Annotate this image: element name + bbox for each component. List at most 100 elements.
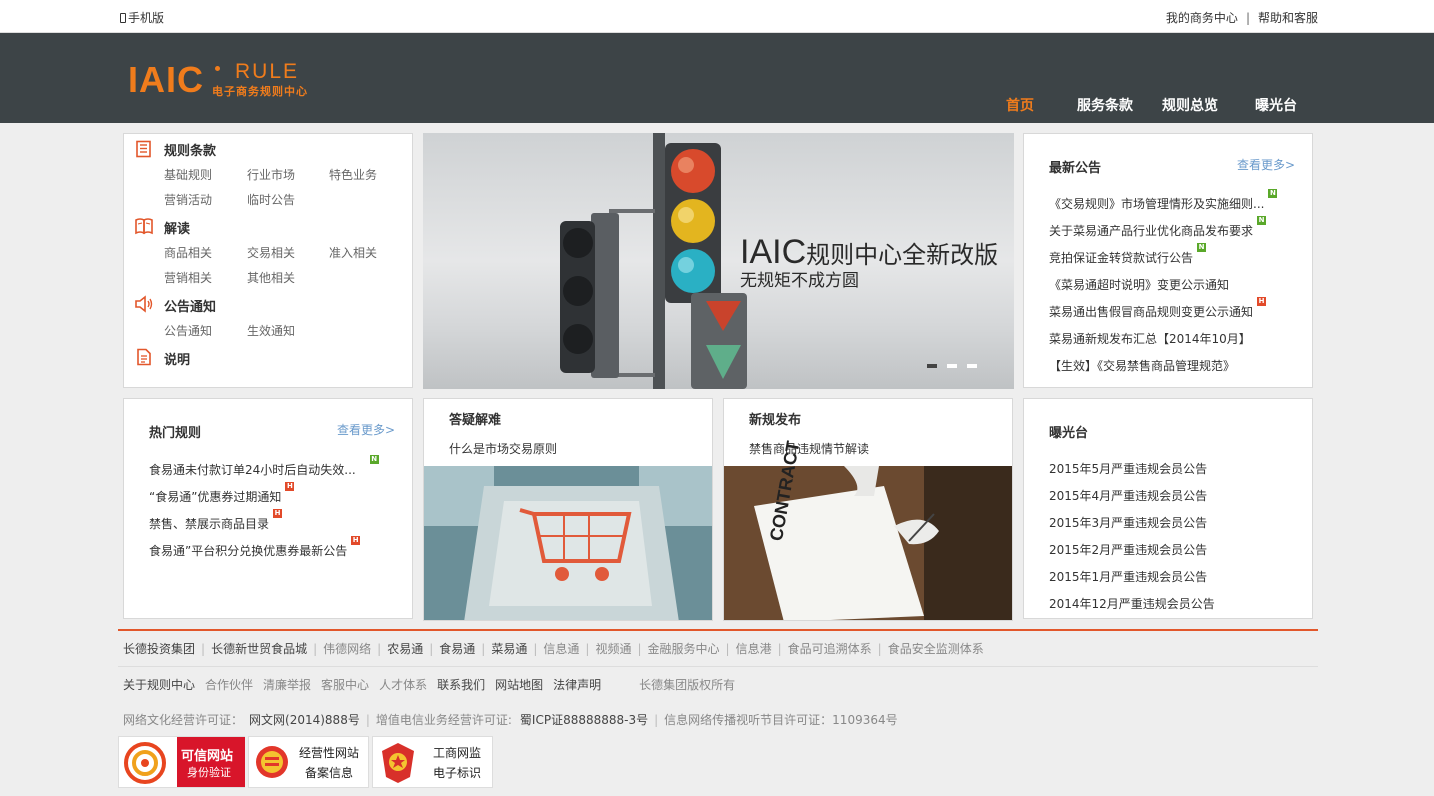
list-item[interactable]: 2015年1月严重违规会员公告 xyxy=(1049,568,1207,585)
list-item[interactable]: 2015年3月严重违规会员公告 xyxy=(1049,514,1207,531)
carousel-dot-1[interactable] xyxy=(927,364,937,368)
sidebar-item-access[interactable]: 准入相关 xyxy=(329,244,377,261)
aic-badge[interactable]: 工商网监 电子标识 xyxy=(372,736,493,788)
partner-link[interactable]: 食品可追溯体系 xyxy=(788,642,872,656)
list-item[interactable]: 竞拍保证金转贷款试行公告N xyxy=(1049,243,1207,266)
footer-link[interactable]: 法律声明 xyxy=(553,678,601,692)
nav-home[interactable]: 首页 xyxy=(1006,95,1034,115)
nav-terms[interactable]: 服务条款 xyxy=(1077,95,1133,115)
logo-text[interactable]: IAIC xyxy=(128,59,204,101)
list-item[interactable]: “食易通”优惠券过期通知H xyxy=(149,482,295,505)
list-item[interactable]: 《交易规则》市场管理情形及实施细则...N xyxy=(1049,189,1278,212)
mobile-version-link[interactable]: 手机版 xyxy=(120,9,164,26)
list-item[interactable]: 菜易通出售假冒商品规则变更公示通知H xyxy=(1049,297,1267,320)
header: IAIC RULE 电子商务规则中心 首页 服务条款 规则总览 曝光台 xyxy=(0,33,1434,123)
trusted-site-badge[interactable]: 可信网站 身份验证 xyxy=(118,736,245,788)
exposure-title: 曝光台 xyxy=(1049,426,1089,441)
sidebar-item-notice[interactable]: 公告通知 xyxy=(164,322,212,339)
license-1-value: 网文网(2014)888号 xyxy=(249,713,360,727)
section-title-rules[interactable]: 规则条款 xyxy=(164,140,216,159)
footer-link[interactable]: 联系我们 xyxy=(437,678,485,692)
sidebar-item-promo[interactable]: 营销相关 xyxy=(164,269,212,286)
partner-link[interactable]: 伟德网络 xyxy=(323,642,371,656)
business-site-badge[interactable]: 经营性网站 备案信息 xyxy=(248,736,369,788)
top-bar: 手机版 我的商务中心 | 帮助和客服 xyxy=(0,0,1434,33)
logo-dot xyxy=(215,66,220,71)
carousel-dot-2[interactable] xyxy=(947,364,957,368)
partner-link[interactable]: 食易通 xyxy=(439,642,475,656)
new-rules-title: 新规发布 xyxy=(749,413,802,428)
license-1-label: 网络文化经营许可证： xyxy=(123,713,244,727)
partner-link[interactable]: 农易通 xyxy=(387,642,423,656)
section-title-notice[interactable]: 公告通知 xyxy=(164,296,216,315)
partner-link[interactable]: 信息港 xyxy=(736,642,772,656)
footer-link[interactable]: 人才体系 xyxy=(379,678,427,692)
partner-link[interactable]: 菜易通 xyxy=(491,642,527,656)
trusted-label-1: 可信网站 xyxy=(181,749,234,764)
partner-link[interactable]: 信息通 xyxy=(543,642,579,656)
partner-link[interactable]: 长德投资集团 xyxy=(123,642,195,656)
footer-link[interactable]: 清廉举报 xyxy=(263,678,311,692)
sidebar-item-industry[interactable]: 行业市场 xyxy=(247,166,295,183)
footer-links: 关于规则中心 合作伙伴 清廉举报 客服中心 人才体系 联系我们 网站地图 法律声明 长德集团版权… xyxy=(123,676,735,693)
new-rules-panel: 新规发布 禁售商品违规情节解读 CONTRACT xyxy=(723,398,1013,621)
list-item[interactable]: 2015年2月严重违规会员公告 xyxy=(1049,541,1207,558)
footer-link[interactable]: 客服中心 xyxy=(321,678,369,692)
list-item[interactable]: 菜易通新规发布汇总【2014年10月】 xyxy=(1049,330,1251,347)
hot-rules-title: 热门规则 xyxy=(149,426,202,441)
logo-subtitle: 电子商务规则中心 xyxy=(212,85,308,98)
qa-title: 答疑解难 xyxy=(449,413,502,428)
exposure-panel: 曝光台 2015年5月严重违规会员公告 2015年4月严重违规会员公告 2015… xyxy=(1023,398,1313,619)
partner-link[interactable]: 金融服务中心 xyxy=(648,642,720,656)
qa-panel: 答疑解难 什么是市场交易原则 xyxy=(423,398,713,621)
partner-link[interactable]: 长德新世贸食品城 xyxy=(211,642,307,656)
separator: | xyxy=(1245,11,1250,25)
new-rules-link[interactable]: 禁售商品违规情节解读 xyxy=(749,440,869,457)
footer-link[interactable]: 网站地图 xyxy=(495,678,543,692)
nav-exposure[interactable]: 曝光台 xyxy=(1255,95,1297,115)
trusted-label-2: 身份验证 xyxy=(187,766,231,779)
shopping-cart-key-image[interactable] xyxy=(424,466,713,621)
section-title-interpret[interactable]: 解读 xyxy=(164,218,190,237)
list-item[interactable]: 2015年4月严重违规会员公告 xyxy=(1049,487,1207,504)
sidebar-item-other[interactable]: 其他相关 xyxy=(247,269,295,286)
announcements-title: 最新公告 xyxy=(1049,161,1102,176)
carousel-dot-3[interactable] xyxy=(967,364,977,368)
section-title-explain[interactable]: 说明 xyxy=(164,349,190,368)
list-item[interactable]: 食易通”平台积分兑换优惠券最新公告H xyxy=(149,536,361,559)
list-item[interactable]: 禁售、禁展示商品目录H xyxy=(149,509,283,532)
list-item[interactable]: 2014年12月严重违规会员公告 xyxy=(1049,595,1215,612)
qa-link[interactable]: 什么是市场交易原则 xyxy=(449,440,557,457)
sidebar-item-trade[interactable]: 交易相关 xyxy=(247,244,295,261)
aic-label-2: 电子标识 xyxy=(433,766,482,780)
hero-banner[interactable]: IAIC规则中心全新改版 无规矩不成方圆 xyxy=(423,133,1014,389)
nav-overview[interactable]: 规则总览 xyxy=(1162,95,1218,115)
sidebar-item-temp[interactable]: 临时公告 xyxy=(247,191,295,208)
list-item[interactable]: 《菜易通超时说明》变更公示通知 xyxy=(1049,276,1229,293)
list-item[interactable]: 食易通未付款订单24小时后自动失效...N xyxy=(149,455,379,478)
help-link[interactable]: 帮助和客服 xyxy=(1258,11,1318,25)
list-item[interactable]: 2015年5月严重违规会员公告 xyxy=(1049,460,1207,477)
banner-title-rest: 规则中心全新改版 xyxy=(806,241,999,269)
banner-subtitle: 无规矩不成方圆 xyxy=(740,271,859,291)
sidebar-item-effective[interactable]: 生效通知 xyxy=(247,322,295,339)
license-2-label: 增值电信业务经营许可证: xyxy=(375,713,512,727)
footer-link[interactable]: 关于规则中心 xyxy=(123,678,195,692)
sidebar-item-special[interactable]: 特色业务 xyxy=(329,166,377,183)
announcements-more-link[interactable]: 查看更多> xyxy=(1237,156,1295,173)
partner-link[interactable]: 视频通 xyxy=(595,642,631,656)
sidebar-item-goods[interactable]: 商品相关 xyxy=(164,244,212,261)
phone-icon xyxy=(120,13,126,23)
sidebar-item-marketing[interactable]: 营销活动 xyxy=(164,191,212,208)
list-item[interactable]: 关于菜易通产品行业优化商品发布要求N xyxy=(1049,216,1267,239)
sidebar-item-basic[interactable]: 基础规则 xyxy=(164,166,212,183)
hot-badge: H xyxy=(273,509,283,518)
footer-link[interactable]: 合作伙伴 xyxy=(205,678,253,692)
partner-link[interactable]: 食品安全监测体系 xyxy=(888,642,984,656)
my-business-link[interactable]: 我的商务中心 xyxy=(1166,11,1238,25)
list-item[interactable]: 【生效】《交易禁售商品管理规范》 xyxy=(1049,357,1235,374)
hot-rules-more-link[interactable]: 查看更多> xyxy=(337,421,395,438)
contract-image[interactable] xyxy=(724,466,1013,621)
trusted-seal-icon xyxy=(124,742,166,784)
top-right-links: 我的商务中心 | 帮助和客服 xyxy=(1166,9,1318,26)
